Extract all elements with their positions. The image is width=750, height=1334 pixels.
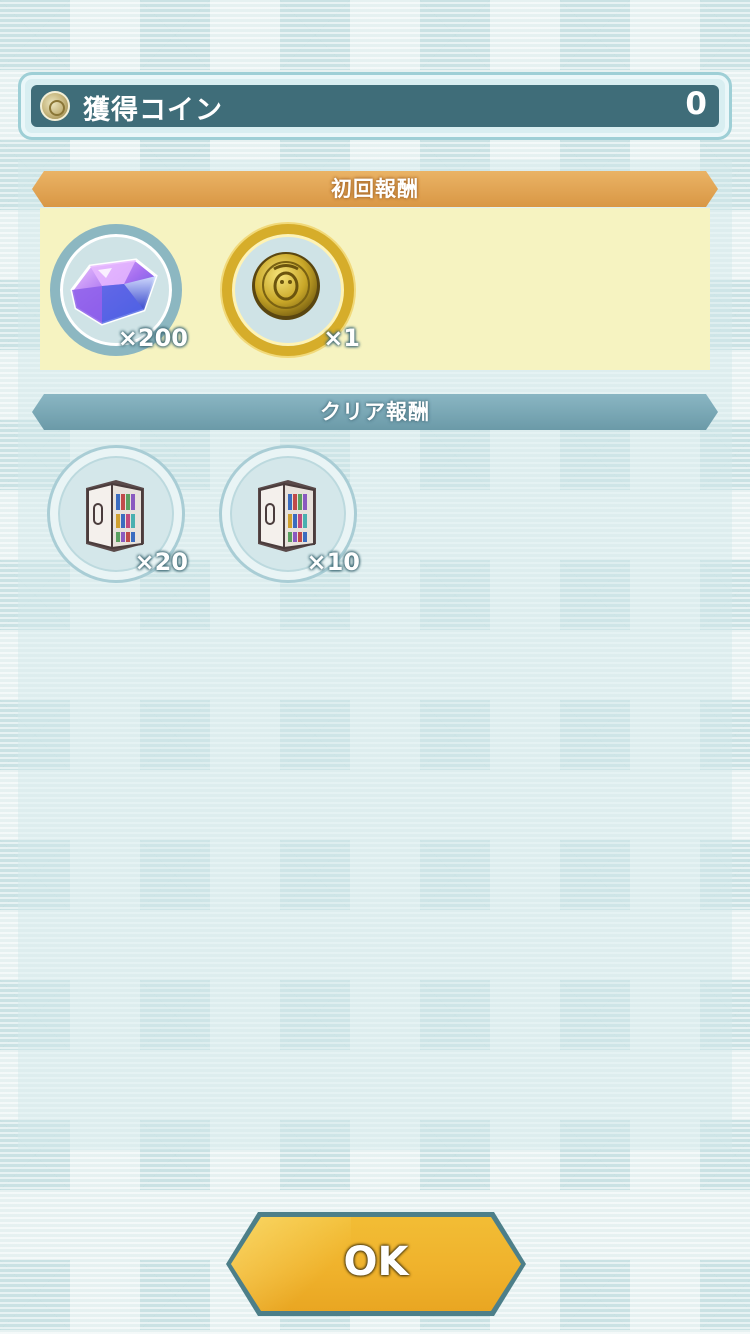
reward-gem[interactable]: ×200 [50, 224, 188, 356]
reward-bookshelf-2[interactable]: ×10 [222, 448, 360, 580]
ok-button[interactable]: OK [226, 1212, 526, 1316]
reward-bookshelf-1[interactable]: ×20 [50, 448, 188, 580]
coin-bar-body: 獲得コイン 0 [31, 85, 719, 127]
coin-icon [40, 91, 70, 121]
ok-button-face: OK [231, 1217, 521, 1311]
coin-bar-label: 獲得コイン [83, 95, 223, 126]
reward-quantity: ×200 [117, 324, 188, 352]
reward-gold-coin[interactable]: ×1 [222, 224, 360, 356]
first-rewards-header: 初回報酬 [32, 171, 718, 207]
clear-rewards-header: クリア報酬 [32, 394, 718, 430]
ok-button-label: OK [343, 1239, 409, 1285]
coin-bar: 獲得コイン 0 [18, 72, 732, 140]
reward-quantity: ×10 [306, 548, 360, 576]
coin-count: 0 [685, 86, 707, 122]
reward-quantity: ×20 [134, 548, 188, 576]
reward-quantity: ×1 [323, 324, 360, 352]
